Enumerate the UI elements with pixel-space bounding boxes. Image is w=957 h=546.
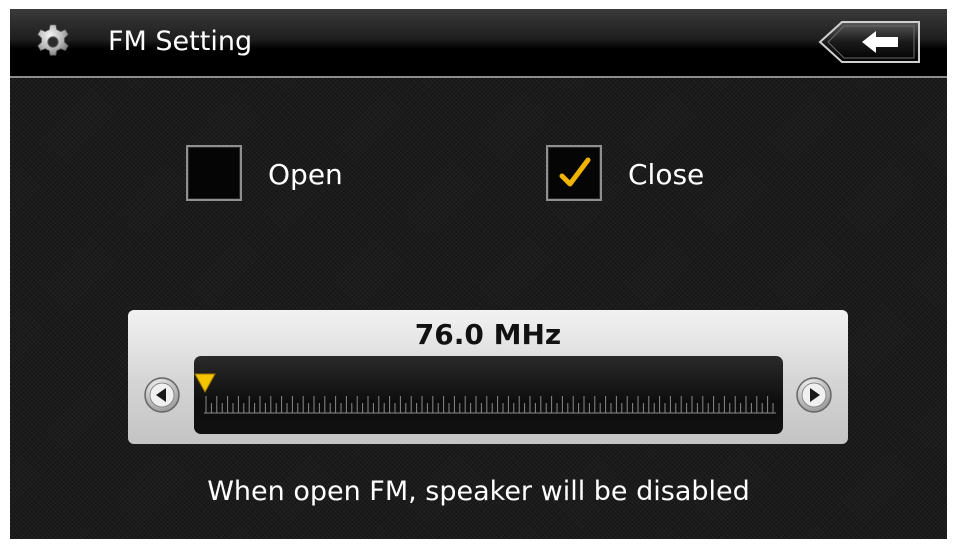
tune-down-button[interactable] [143,376,181,414]
open-checkbox[interactable] [186,145,242,201]
open-option[interactable]: Open [186,145,386,205]
close-checkbox[interactable] [546,145,602,201]
frequency-readout: 76.0 MHz [414,318,562,351]
gear-icon [37,24,69,56]
frequency-marker[interactable] [194,373,216,393]
checkmark-icon [559,157,591,187]
tick-scale [204,396,776,414]
speaker-warning-text: When open FM, speaker will be disabled [207,476,750,507]
open-label: Open [268,158,343,191]
page-title: FM Setting [108,26,253,57]
frequency-slider[interactable] [194,356,783,434]
title-bar: FM Setting [10,9,947,78]
close-option[interactable]: Close [546,145,746,205]
tune-up-button[interactable] [795,376,833,414]
tuner-panel: 76.0 MHz [128,310,848,444]
back-button[interactable] [818,20,922,64]
fm-setting-screen: FM Setting Open Close 76.0 MHz When open… [10,9,947,539]
close-label: Close [628,158,705,191]
